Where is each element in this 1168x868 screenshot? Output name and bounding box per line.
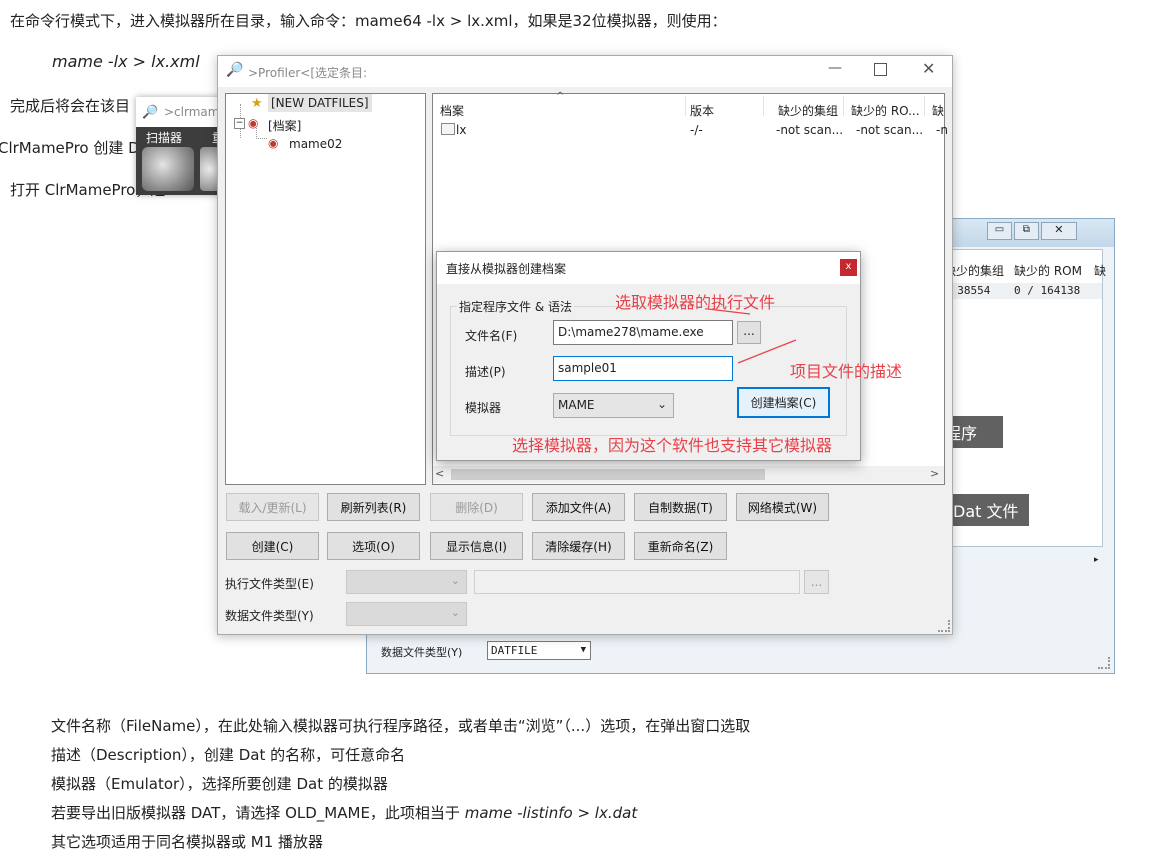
network-mode-button[interactable]: 网络模式(W) <box>736 493 829 521</box>
annotation-emulator: 选择模拟器，因为这个软件也支持其它模拟器 <box>512 436 833 455</box>
horizontal-scrollbar[interactable]: < > <box>433 466 944 483</box>
resize-grip-icon[interactable] <box>938 620 950 632</box>
add-file-button[interactable]: 添加文件(A) <box>532 493 625 521</box>
tab-scanner[interactable]: 扫描器 <box>146 129 182 146</box>
emulator-select[interactable]: MAME ⌄ <box>553 393 674 418</box>
bg-datatype-value: DATFILE <box>491 644 538 657</box>
resize-grip-icon[interactable] <box>1098 657 1110 669</box>
dialog-title: 直接从模拟器创建档案 <box>446 262 567 276</box>
doc-command: mame -lx > lx.xml <box>52 52 200 71</box>
minimize-icon[interactable]: ▭ <box>987 222 1012 240</box>
doc-bullet-other: 其它选项适用于同名模拟器或 M1 播放器 <box>51 833 324 851</box>
doc-bullet-old-mame: 若要导出旧版模拟器 DAT，请选择 OLD_MAME，此项相当于 mame -l… <box>51 802 637 823</box>
close-icon[interactable]: ✕ <box>922 59 935 78</box>
bg-cell-roms: 0 / 164138 <box>1014 284 1081 297</box>
delete-button[interactable]: 删除(D) <box>430 493 523 521</box>
emulator-value: MAME <box>558 398 595 412</box>
chevron-down-icon: ⌄ <box>450 574 460 587</box>
tree-item-new-datfiles[interactable]: [NEW DATFILES] <box>268 94 372 112</box>
chevron-down-icon: ▼ <box>580 645 586 655</box>
refresh-list-button[interactable]: 刷新列表(R) <box>327 493 420 521</box>
doc-bullet-emulator: 模拟器（Emulator），选择所要创建 Dat 的模拟器 <box>51 775 388 793</box>
scrollbar-thumb[interactable] <box>451 469 765 480</box>
annotation-arrow-2 <box>737 339 797 364</box>
col-missing-roms[interactable]: 缺少的 RO... <box>851 102 920 119</box>
tree-item-archives[interactable]: [档案] <box>268 117 301 134</box>
maximize-icon[interactable] <box>874 63 887 76</box>
doc-bullet-description: 描述（Description），创建 Dat 的名称，可任意命名 <box>51 746 406 764</box>
data-type-label: 数据文件类型(Y) <box>225 609 314 623</box>
col-separator <box>843 96 844 116</box>
annotation-arrows <box>707 308 797 364</box>
doc-paragraph-1: 在命令行模式下，进入模拟器所在目录，输入命令：mame64 -lx > lx.x… <box>10 12 727 30</box>
bg-datatype-label: 数据文件类型(Y) <box>381 646 463 659</box>
sort-up-icon: ^ <box>556 91 565 102</box>
scanner-icon[interactable] <box>142 147 194 191</box>
small-window-title: >clrmam <box>164 105 220 119</box>
file-icon: ◉ <box>268 136 279 150</box>
col-extra[interactable]: 缺 <box>932 102 944 119</box>
create-profile-button[interactable]: 创建档案(C) <box>737 387 830 418</box>
bg-col-missing-roms: 缺少的 ROM <box>1014 264 1082 278</box>
annotation-arrow-1 <box>707 308 751 315</box>
data-type-select[interactable]: ⌄ <box>346 602 467 626</box>
row-missing-sets: -not scan... <box>776 123 844 137</box>
doc-bullet-filename: 文件名称（FileName），在此处输入模拟器可执行程序路径，或者单击“浏览”（… <box>51 717 751 735</box>
collapse-icon[interactable]: − <box>234 118 245 129</box>
bg-datatype-select[interactable]: DATFILE ▼ <box>487 641 591 660</box>
rename-button[interactable]: 重新命名(Z) <box>634 532 727 560</box>
profiler-title: >Profiler<[选定条目: <box>248 66 368 80</box>
scroll-right-icon[interactable]: ▸ <box>1094 555 1099 565</box>
profiler-titlebar: 🔎 >Profiler<[选定条目: — ✕ <box>218 56 952 87</box>
description-label: 描述(P) <box>465 365 506 379</box>
small-window-toolbar: 扫描器 重 <box>136 127 226 195</box>
show-info-button[interactable]: 显示信息(I) <box>430 532 523 560</box>
dialog-close-button[interactable]: x <box>840 259 857 276</box>
chevron-down-icon: ⌄ <box>450 606 460 619</box>
scroll-left-icon[interactable]: < <box>435 467 444 480</box>
scroll-right-icon[interactable]: > <box>930 467 939 480</box>
create-button[interactable]: 创建(C) <box>226 532 319 560</box>
folder-star-icon: ★ <box>251 96 263 111</box>
app-logo-icon: 🔎 <box>226 62 244 78</box>
archive-icon <box>441 123 455 135</box>
app-logo-icon: 🔎 <box>142 105 159 120</box>
doc-bullet-old-mame-text: 若要导出旧版模拟器 DAT，请选择 OLD_MAME，此项相当于 <box>51 804 465 822</box>
custom-data-button[interactable]: 自制数据(T) <box>634 493 727 521</box>
dialog-group-title: 指定程序文件 & 语法 <box>457 298 574 315</box>
doc-bullet-old-mame-cmd: mame -listinfo > lx.dat <box>464 804 638 822</box>
profiler-tree: ★ [NEW DATFILES] − ◉ [档案] ◉ mame02 <box>225 93 426 485</box>
bg-col-extra: 缺 <box>1094 264 1107 278</box>
row-name[interactable]: lx <box>456 123 466 137</box>
tree-item-mame02[interactable]: mame02 <box>289 137 342 151</box>
minimize-icon[interactable]: — <box>828 60 842 76</box>
row-extra: -n <box>936 123 948 137</box>
background-window-controls: ▭ ⧉ ✕ <box>987 222 1077 240</box>
col-version[interactable]: 版本 <box>690 102 714 119</box>
doc-paragraph-3: 完成后将会在该目 <box>10 97 131 115</box>
col-missing-sets[interactable]: 缺少的集组 <box>778 102 838 119</box>
small-window: 🔎 >clrmam 扫描器 重 <box>136 97 226 195</box>
close-icon[interactable]: ✕ <box>1040 222 1077 240</box>
doc-paragraph-4: ClrMamePro 创建 D <box>0 139 140 157</box>
tree-line <box>256 128 267 139</box>
restore-icon[interactable]: ⧉ <box>1013 222 1039 240</box>
emulator-label: 模拟器 <box>465 401 502 415</box>
col-separator <box>685 96 686 116</box>
options-button[interactable]: 选项(O) <box>327 532 420 560</box>
clear-cache-button[interactable]: 清除缓存(H) <box>532 532 625 560</box>
col-separator <box>763 96 764 116</box>
exec-browse-button[interactable]: ... <box>804 570 829 594</box>
col-archive[interactable]: 档案 <box>440 102 464 119</box>
bg-col-missing-sets: 缺少的集组 <box>944 264 1005 278</box>
filename-label: 文件名(F) <box>465 329 518 343</box>
exec-type-label: 执行文件类型(E) <box>225 577 314 591</box>
col-separator <box>924 96 925 116</box>
chevron-down-icon: ⌄ <box>656 397 667 411</box>
load-update-button[interactable]: 载入/更新(L) <box>226 493 319 521</box>
exec-path-input[interactable] <box>474 570 800 594</box>
row-version: -/- <box>690 123 703 137</box>
exec-type-select[interactable]: ⌄ <box>346 570 467 594</box>
row-missing-roms: -not scan... <box>856 123 924 137</box>
